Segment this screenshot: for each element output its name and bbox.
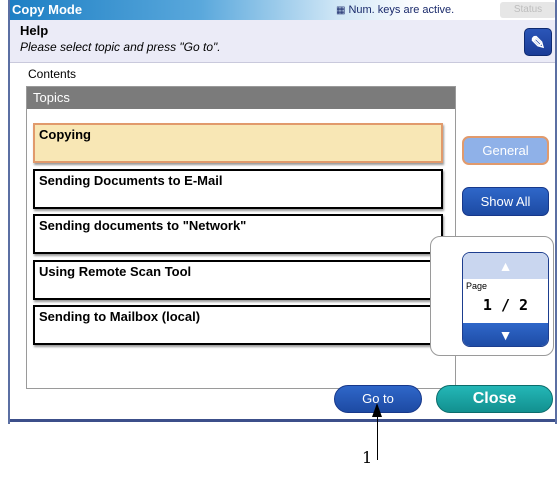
mode-title: Copy Mode — [12, 2, 83, 17]
topic-item-remote-scan[interactable]: Using Remote Scan Tool — [33, 260, 443, 300]
topic-item-copying[interactable]: Copying — [33, 123, 443, 163]
help-instruction: Please select topic and press "Go to". — [20, 40, 221, 54]
show-all-button[interactable]: Show All — [462, 187, 549, 216]
close-button[interactable]: Close — [436, 385, 553, 413]
wrench-icon[interactable]: ✎ — [524, 28, 552, 56]
help-header: Help Please select topic and press "Go t… — [10, 20, 555, 63]
num-keys-text: Num. keys are active. — [348, 4, 455, 16]
grid-icon: ▦ — [336, 5, 346, 16]
topic-item-mailbox[interactable]: Sending to Mailbox (local) — [33, 305, 443, 345]
page-down-button[interactable]: ▼ — [463, 323, 548, 346]
topics-header: Topics — [27, 87, 455, 109]
contents-label: Contents — [28, 67, 77, 81]
topic-label: Sending to Mailbox (local) — [39, 309, 201, 324]
title-bar: Copy Mode ▦ Num. keys are active. Status — [10, 0, 555, 20]
topic-item-network[interactable]: Sending documents to "Network" — [33, 214, 443, 254]
arrow-up-icon: ▲ — [498, 258, 513, 274]
topic-label: Sending Documents to E-Mail — [39, 173, 223, 188]
copy-mode-screen: Copy Mode ▦ Num. keys are active. Status … — [8, 0, 557, 424]
topic-item-email[interactable]: Sending Documents to E-Mail — [33, 169, 443, 209]
num-keys-indicator: ▦ Num. keys are active. — [336, 4, 454, 16]
topics-panel: Topics Copying Sending Documents to E-Ma… — [26, 86, 456, 389]
help-title: Help — [20, 23, 49, 38]
topic-label: Sending documents to "Network" — [39, 218, 247, 233]
page-label: Page — [466, 281, 488, 291]
arrow-down-icon: ▼ — [498, 327, 513, 343]
page-indicator: Page 1 / 2 — [463, 279, 548, 323]
status-button[interactable]: Status — [500, 2, 555, 18]
callout-arrow-icon — [372, 403, 382, 417]
page-navigator: ▲ Page 1 / 2 ▼ — [462, 252, 549, 347]
footer-divider — [10, 419, 555, 422]
general-button[interactable]: General — [462, 136, 549, 165]
page-up-button[interactable]: ▲ — [463, 253, 548, 279]
topic-label: Copying — [39, 127, 91, 142]
callout-number: 1 — [362, 448, 373, 467]
page-number: 1 / 2 — [482, 296, 529, 314]
topic-label: Using Remote Scan Tool — [39, 264, 192, 279]
